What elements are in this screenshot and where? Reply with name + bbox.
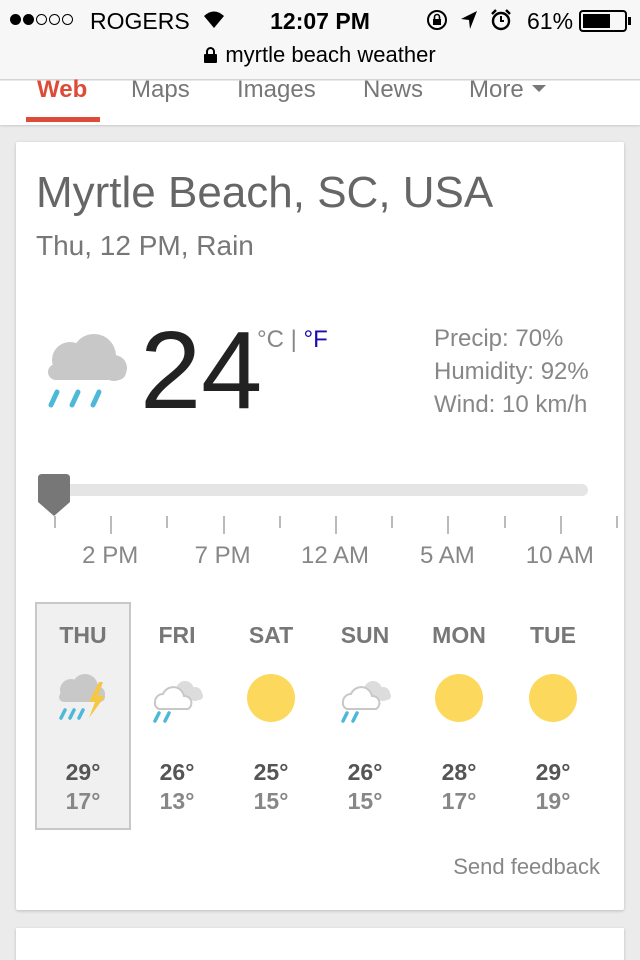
- sun-icon: [431, 672, 487, 724]
- timeline-tick: [278, 516, 281, 528]
- timeline-label: 10 AM: [525, 542, 594, 569]
- forecast-low: 19°: [535, 788, 571, 814]
- forecast-low: 15°: [253, 788, 289, 814]
- alarm-icon: [491, 9, 511, 31]
- forecast-day-name: SAT: [248, 622, 294, 648]
- active-tab-indicator: [26, 117, 100, 122]
- forecast-day-name: SUN: [340, 622, 390, 648]
- timeline-ticks: [16, 512, 624, 536]
- timeline-tick: [503, 516, 506, 528]
- forecast-day-sat[interactable]: SAT 25° 15°: [223, 602, 319, 830]
- caret-down-icon: [531, 85, 546, 92]
- current-temperature: 24: [140, 309, 263, 432]
- forecast-low: 15°: [347, 788, 383, 814]
- forecast-day-name: MON: [432, 622, 486, 648]
- timeline-tick: [222, 516, 225, 534]
- rain-clouds-icon: [337, 672, 393, 724]
- timeline-label: 5 AM: [420, 542, 475, 569]
- timeline-label: 12 AM: [300, 542, 370, 569]
- address-query: myrtle beach weather: [225, 42, 436, 67]
- forecast-day-name: TUE: [530, 622, 576, 648]
- forecast-high: 29°: [535, 759, 571, 785]
- wind: Wind: 10 km/h: [434, 391, 588, 418]
- forecast-low: 17°: [441, 788, 477, 814]
- forecast-low: 17°: [65, 788, 101, 814]
- timeline-label: 2 PM: [82, 542, 139, 569]
- location-arrow-icon: [461, 11, 477, 29]
- search-tabs: Web Maps Images News More: [0, 76, 640, 125]
- forecast-high: 26°: [159, 759, 195, 785]
- humidity: Humidity: 92%: [434, 358, 589, 385]
- forecast-high: 26°: [347, 759, 383, 785]
- forecast-high: 28°: [441, 759, 477, 785]
- tab-maps[interactable]: Maps: [131, 76, 190, 104]
- weather-card: Myrtle Beach, SC, USA Thu, 12 PM, Rain 2…: [16, 142, 624, 910]
- precipitation: Precip: 70%: [434, 325, 564, 352]
- status-bar: ROGERS 12:07 PM 61%: [0, 0, 640, 40]
- lock-icon: [204, 47, 218, 63]
- tab-web[interactable]: Web: [37, 76, 87, 104]
- timeline-tick: [447, 516, 450, 534]
- next-result-card: [16, 928, 624, 960]
- thunderstorm-icon: [55, 672, 111, 724]
- sun-icon: [243, 672, 299, 724]
- battery-percent: 61%: [527, 8, 574, 34]
- forecast-day-tue[interactable]: TUE 29° 19°: [505, 602, 601, 830]
- timeline-tick: [166, 516, 169, 528]
- forecast-day-name: FRI: [158, 622, 196, 648]
- tab-more[interactable]: More: [469, 76, 546, 104]
- timeline-tick: [616, 516, 618, 528]
- forecast-day-sun[interactable]: SUN 26° 15°: [317, 602, 413, 830]
- unit-toggle: °C | °F: [257, 326, 328, 354]
- forecast-day-mon[interactable]: MON 28° 17°: [411, 602, 507, 830]
- address-bar[interactable]: myrtle beach weather: [0, 42, 640, 68]
- timeline-tick: [110, 516, 113, 534]
- tab-images[interactable]: Images: [237, 76, 316, 104]
- sun-icon: [525, 672, 581, 724]
- weather-details: Precip: 70% Humidity: 92% Wind: 10 km/h: [434, 322, 589, 421]
- unit-celsius[interactable]: °C: [257, 326, 284, 353]
- browser-chrome: ROGERS 12:07 PM 61% myrtle beach weather: [0, 0, 640, 80]
- forecast-high: 25°: [253, 759, 289, 785]
- timeline-tick: [335, 516, 337, 534]
- weather-location: Myrtle Beach, SC, USA: [36, 168, 494, 217]
- rain-cloud-icon: [48, 334, 127, 408]
- timeline-tick: [391, 516, 394, 528]
- send-feedback-link[interactable]: Send feedback: [453, 854, 600, 880]
- tab-news[interactable]: News: [363, 76, 423, 104]
- forecast-day-fri[interactable]: FRI 26° 13°: [129, 602, 225, 830]
- battery-icon: [579, 10, 631, 32]
- weather-subtitle: Thu, 12 PM, Rain: [36, 230, 254, 261]
- forecast-low: 13°: [159, 788, 195, 814]
- unit-separator: |: [290, 326, 297, 353]
- hourly-slider-track[interactable]: [38, 484, 588, 496]
- timeline-tick: [54, 516, 56, 528]
- forecast-high: 29°: [65, 759, 101, 785]
- timeline-label: 7 PM: [194, 542, 251, 569]
- forecast-day-name: THU: [59, 622, 107, 648]
- forecast-day-thu[interactable]: THU 29° 17°: [35, 602, 131, 830]
- unit-fahrenheit[interactable]: °F: [304, 326, 328, 353]
- rotation-lock-icon: [427, 10, 447, 30]
- tab-more-label: More: [469, 76, 524, 103]
- timeline-tick: [559, 516, 562, 534]
- hourly-slider-handle[interactable]: [38, 474, 70, 516]
- rain-clouds-icon: [149, 672, 205, 724]
